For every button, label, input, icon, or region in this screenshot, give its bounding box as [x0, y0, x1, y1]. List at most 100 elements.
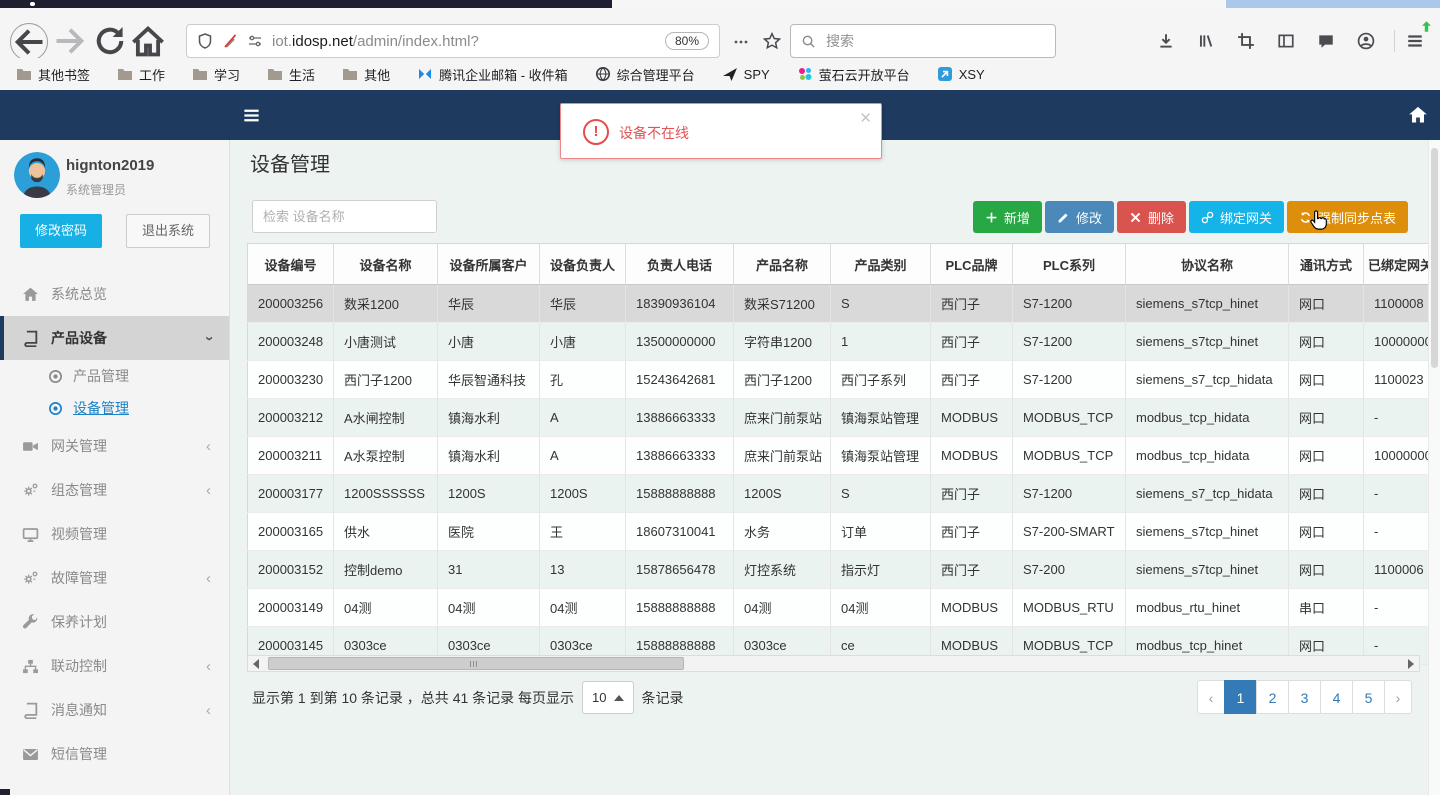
column-header[interactable]: 负责人电话: [625, 243, 734, 285]
browser-search-input[interactable]: [824, 32, 1045, 50]
button-修改[interactable]: 修改: [1044, 201, 1114, 233]
browser-home-button[interactable]: [130, 23, 166, 59]
table-cell: 200003165: [247, 512, 334, 551]
bookmark-item[interactable]: 其他: [342, 65, 390, 84]
button-绑定网关[interactable]: 绑定网关: [1188, 201, 1284, 233]
bookmark-item[interactable]: 学习: [192, 65, 240, 84]
table-row[interactable]: 200003152 控制demo 31 13 15878656478 灯控系统 指示灯 西门子…: [247, 550, 1429, 589]
table-row[interactable]: 200003165 供水 医院王 18607310041 水务 订单 西门子 S7-200-S…: [247, 512, 1429, 551]
library-icon[interactable]: [1197, 32, 1215, 50]
page-1[interactable]: 1: [1224, 680, 1257, 714]
column-header[interactable]: 已绑定网关: [1363, 243, 1429, 285]
sidebar-subitem-产品管理[interactable]: 产品管理: [0, 360, 229, 392]
page-2[interactable]: 2: [1256, 680, 1289, 714]
bookmark-item[interactable]: 综合管理平台: [595, 65, 695, 84]
screenshot-icon[interactable]: [1237, 32, 1255, 50]
url-text[interactable]: iot.idosp.net/admin/index.html?: [272, 33, 656, 50]
table-row[interactable]: 200003212 A水闸控制 镇海水利 A 13886663333 庶来门前泵站 镇海泵站…: [247, 398, 1429, 437]
address-bar[interactable]: iot.idosp.net/admin/index.html? 80%: [186, 24, 720, 58]
page-4[interactable]: 4: [1320, 680, 1353, 714]
bookmark-item[interactable]: 生活: [267, 65, 315, 84]
scroll-right-arrow[interactable]: [1403, 656, 1419, 671]
logout-button[interactable]: 退出系统: [126, 214, 210, 248]
scrollbar-thumb[interactable]: [268, 657, 684, 670]
sidebar-item-产品设备[interactable]: 产品设备 ‹: [0, 316, 229, 360]
vertical-scrollbar[interactable]: [1428, 140, 1440, 795]
browser-search-box[interactable]: [790, 24, 1056, 58]
device-table: 设备编号 设备名称 设备所属客户 设备负责人 负责人电话 产品名称 产品类别 PLC品牌 PLC…: [247, 243, 1429, 665]
alert-close-icon[interactable]: ✕: [859, 109, 872, 127]
device-search-input[interactable]: [252, 200, 437, 233]
sidebar-item-短信管理[interactable]: 短信管理: [0, 732, 229, 776]
column-header[interactable]: 协议名称: [1125, 243, 1289, 285]
forward-button[interactable]: [52, 23, 88, 59]
sidebar-item-消息通知[interactable]: 消息通知 ‹: [0, 688, 229, 732]
horizontal-scrollbar[interactable]: [247, 655, 1420, 672]
column-header[interactable]: 产品名称: [733, 243, 831, 285]
column-header[interactable]: 设备所属客户: [437, 243, 540, 285]
table-cell: MODBUS: [930, 588, 1013, 627]
page-size-select[interactable]: 10: [582, 681, 634, 714]
plus-icon: [985, 211, 998, 224]
page-5[interactable]: 5: [1352, 680, 1385, 714]
shield-icon[interactable]: [197, 33, 213, 49]
page-prev[interactable]: ‹: [1197, 680, 1225, 714]
vertical-scrollbar-thumb[interactable]: [1431, 148, 1438, 368]
column-header[interactable]: PLC系列: [1012, 243, 1126, 285]
content-blocked-icon[interactable]: [222, 33, 238, 49]
change-password-button[interactable]: 修改密码: [20, 214, 102, 248]
sidebar-toggle-icon[interactable]: [1277, 32, 1295, 50]
back-button[interactable]: [10, 23, 48, 61]
bookmark-label: 其他: [364, 67, 391, 83]
column-header[interactable]: 设备名称: [333, 243, 438, 285]
zoom-level-badge[interactable]: 80%: [664, 32, 709, 50]
column-header[interactable]: 设备负责人: [539, 243, 626, 285]
column-header[interactable]: 通讯方式: [1288, 243, 1364, 285]
column-header[interactable]: 设备编号: [247, 243, 334, 285]
column-header[interactable]: PLC品牌: [930, 243, 1013, 285]
reload-button[interactable]: [92, 23, 128, 59]
app-home-icon[interactable]: [1408, 105, 1428, 125]
table-cell: S7-1200: [1012, 360, 1126, 399]
chat-icon[interactable]: [1317, 32, 1335, 50]
scroll-left-arrow[interactable]: [248, 656, 264, 671]
sidebar-subitem-设备管理[interactable]: 设备管理: [0, 392, 229, 424]
column-header[interactable]: 产品类别: [830, 243, 931, 285]
table-row[interactable]: 200003149 04测 04测 04测 15888888888 04测 04测 MODBU…: [247, 588, 1429, 627]
sidebar-item-系统总览[interactable]: 系统总览: [0, 272, 229, 316]
table-row[interactable]: 200003256 数采1200 华辰 华辰 18390936104 数采S71200 S 西…: [247, 284, 1429, 323]
sidebar-item-网关管理[interactable]: 网关管理 ‹: [0, 424, 229, 468]
page-next[interactable]: ›: [1384, 680, 1412, 714]
bookmark-item[interactable]: 其他书签: [16, 65, 90, 84]
bookmark-item[interactable]: 腾讯企业邮箱 - 收件箱: [417, 65, 568, 84]
chevron-left-icon: ‹: [206, 437, 211, 455]
sidebar-collapse-icon[interactable]: [242, 106, 261, 125]
permissions-icon[interactable]: [247, 33, 263, 49]
table-row[interactable]: 200003230 西门子1200 华辰智通科技孔 15243642681 西门子120…: [247, 360, 1429, 399]
corner-decoration: [0, 789, 10, 795]
account-icon[interactable]: [1357, 32, 1375, 50]
bookmark-item[interactable]: 工作: [117, 65, 165, 84]
page-actions-icon[interactable]: [733, 34, 749, 50]
bookmark-item[interactable]: SPY: [722, 66, 770, 82]
sidebar-item-故障管理[interactable]: 故障管理 ‹: [0, 556, 229, 600]
table-row[interactable]: 200003211 A水泵控制 镇海水利 A 13886663333 庶来门前泵站 镇海泵站…: [247, 436, 1429, 475]
table-row[interactable]: 200003248 小唐测试 小唐 小唐 13500000000 字符串1200 1 西门子 S…: [247, 322, 1429, 361]
menu-icon[interactable]: [1406, 32, 1424, 50]
sidebar-item-联动控制[interactable]: 联动控制 ‹: [0, 644, 229, 688]
table-cell: 华辰智通科技: [437, 360, 540, 399]
bookmark-label: 其他书签: [38, 67, 91, 83]
page-3[interactable]: 3: [1288, 680, 1321, 714]
button-新增[interactable]: 新增: [972, 201, 1042, 233]
downloads-icon[interactable]: [1157, 32, 1175, 50]
table-row[interactable]: 200003177 1200SSSSSS 1200S 1200S 15888888888…: [247, 474, 1429, 513]
button-删除[interactable]: 删除: [1116, 201, 1186, 233]
bookmark-item[interactable]: XSY: [937, 66, 985, 82]
table-cell: -: [1363, 398, 1429, 437]
bookmark-item[interactable]: 萤石云开放平台: [797, 65, 910, 84]
sidebar-item-组态管理[interactable]: 组态管理 ‹: [0, 468, 229, 512]
sidebar-item-保养计划[interactable]: 保养计划: [0, 600, 229, 644]
table-cell: 网口: [1288, 322, 1364, 361]
bookmark-star-icon[interactable]: [763, 32, 781, 50]
sidebar-item-视频管理[interactable]: 视频管理: [0, 512, 229, 556]
